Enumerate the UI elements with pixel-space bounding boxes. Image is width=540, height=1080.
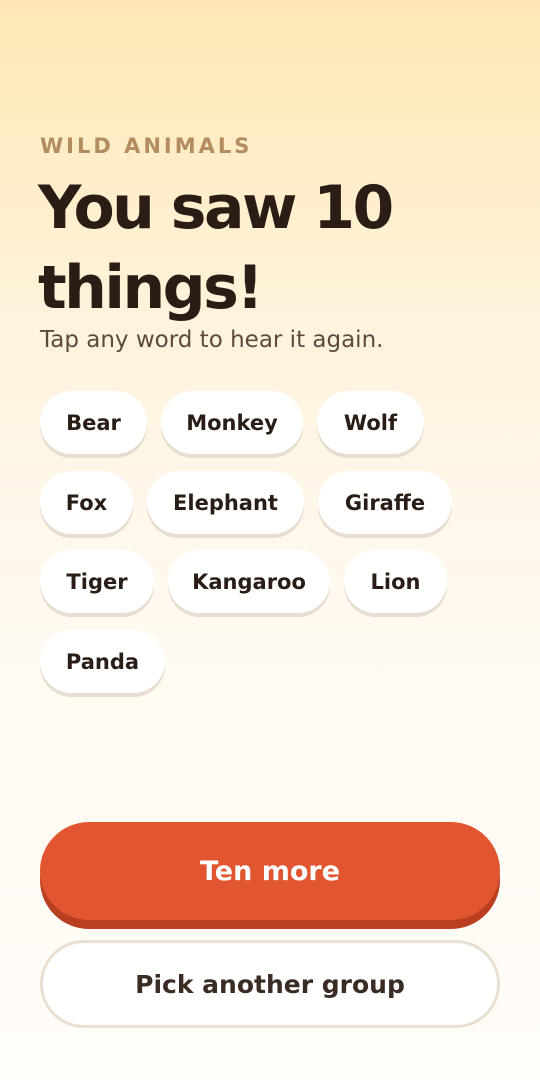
ten-more-button[interactable]: Ten more [40,822,500,920]
word-chip-monkey[interactable]: Monkey [161,391,303,454]
instruction-text: Tap any word to hear it again. [40,327,384,353]
word-chip-giraffe[interactable]: Giraffe [318,471,452,534]
results-screen: WILD ANIMALS You saw 10 things! Tap any … [0,0,540,1080]
word-chip-kangaroo[interactable]: Kangaroo [168,550,330,613]
pick-another-group-button[interactable]: Pick another group [40,940,500,1028]
word-chip-elephant[interactable]: Elephant [147,471,304,534]
word-chip-tiger[interactable]: Tiger [40,550,154,613]
word-chip-lion[interactable]: Lion [344,550,447,613]
word-chip-bear[interactable]: Bear [40,391,147,454]
page-title: You saw 10 things! [38,173,394,323]
word-chip-wolf[interactable]: Wolf [317,391,424,454]
word-chip-fox[interactable]: Fox [40,471,133,534]
category-label: WILD ANIMALS [40,134,253,158]
word-chip-panda[interactable]: Panda [40,630,165,693]
